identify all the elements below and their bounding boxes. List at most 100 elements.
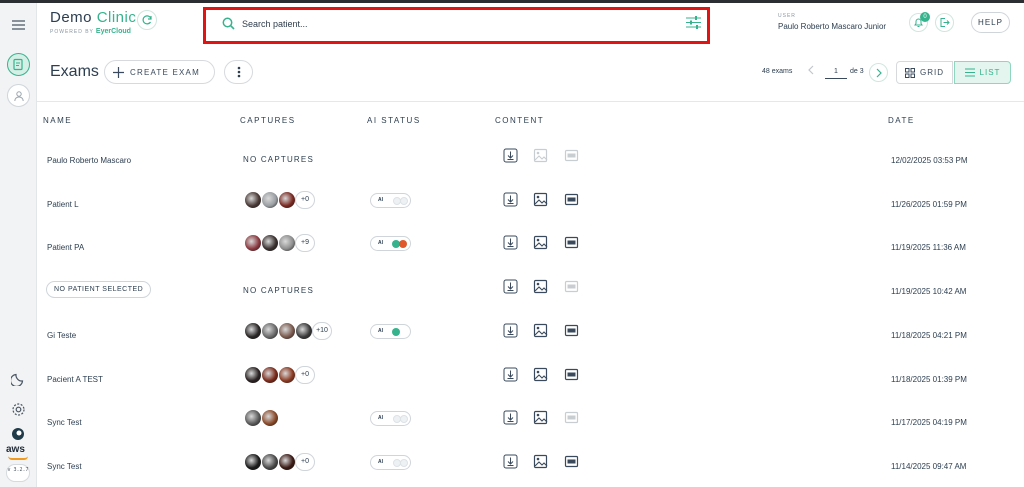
table-row[interactable]: Pacient A TEST +0 11/18/2025 01:39 PM — [37, 365, 1024, 419]
more-options-button[interactable] — [224, 60, 253, 84]
capture-thumbnail[interactable] — [261, 409, 279, 428]
ai-status-toggle[interactable]: AI — [370, 454, 411, 470]
image-icon[interactable] — [533, 454, 548, 469]
capture-thumbnail[interactable] — [244, 365, 262, 384]
clinic-name: Demo Clinic — [50, 9, 137, 26]
page-number-input[interactable] — [825, 65, 847, 79]
logout-button[interactable] — [935, 13, 954, 32]
capture-thumbnail[interactable] — [261, 234, 279, 253]
download-icon[interactable] — [503, 192, 518, 207]
list-view-button[interactable]: LIST — [954, 61, 1011, 84]
capture-thumbnail[interactable] — [261, 190, 279, 209]
report-icon[interactable] — [564, 235, 579, 250]
refresh-button[interactable] — [137, 10, 157, 30]
table-row[interactable]: Gi Teste +10 AI 11/18/2025 04:21 PM — [37, 321, 1024, 375]
ai-status-toggle[interactable]: AI — [370, 411, 411, 427]
image-icon[interactable] — [533, 192, 548, 207]
capture-thumbnail[interactable] — [295, 321, 313, 340]
ai-label: AI — [378, 458, 383, 465]
image-icon[interactable] — [533, 279, 548, 294]
previous-page-button[interactable] — [808, 65, 814, 78]
create-exam-button[interactable]: CREATE EXAM — [104, 60, 215, 84]
ai-label: AI — [378, 240, 383, 247]
column-header-captures[interactable]: CAPTURES — [240, 116, 296, 125]
grid-view-button[interactable]: GRID — [896, 61, 953, 84]
capture-thumbnail[interactable] — [244, 234, 262, 253]
download-icon[interactable] — [503, 410, 518, 425]
capture-thumbnail[interactable] — [244, 190, 262, 209]
capture-thumbnail[interactable] — [261, 365, 279, 384]
dark-mode-toggle[interactable] — [7, 367, 30, 390]
capture-thumbnail[interactable] — [244, 409, 262, 428]
app-version: v 3.2.7 — [6, 464, 30, 482]
more-captures-count[interactable]: +0 — [295, 452, 315, 471]
table-row[interactable]: Patient PA +9 AI 11/19/2025 11:36 AM — [37, 234, 1024, 287]
page-title: Exams — [50, 63, 99, 80]
menu-icon[interactable] — [7, 13, 30, 36]
plus-icon — [113, 66, 124, 78]
create-exam-label: CREATE EXAM — [130, 67, 200, 77]
capture-thumbnail[interactable] — [278, 190, 296, 209]
capture-thumbnail[interactable] — [278, 234, 296, 253]
column-header-date[interactable]: DATE — [888, 116, 915, 125]
capture-thumbnail[interactable] — [261, 321, 279, 340]
aws-logo-smile — [8, 456, 28, 460]
download-icon[interactable] — [503, 279, 518, 294]
chevron-left-icon — [808, 65, 814, 75]
capture-thumbnail[interactable] — [278, 365, 296, 384]
sidebar-item-exams[interactable] — [7, 53, 30, 76]
download-icon[interactable] — [503, 454, 518, 469]
grid-icon — [905, 67, 915, 78]
ai-status-dot — [400, 458, 408, 467]
capture-thumbnail[interactable] — [278, 321, 296, 340]
table-row[interactable]: NO PATIENT SELECTED NO CAPTURES 11/19/2025… — [37, 279, 1024, 331]
report-icon[interactable] — [564, 367, 579, 382]
column-header-content[interactable]: CONTENT — [495, 116, 544, 125]
eyer-logo-icon — [12, 428, 24, 440]
help-button[interactable]: HELP — [971, 12, 1010, 33]
image-icon[interactable] — [533, 410, 548, 425]
ai-label: AI — [378, 415, 383, 422]
image-icon[interactable] — [533, 323, 548, 338]
download-icon[interactable] — [503, 148, 518, 163]
search-input[interactable] — [242, 15, 642, 33]
next-page-button[interactable] — [869, 63, 888, 82]
sidebar: aws v 3.2.7 — [0, 3, 37, 487]
filter-sliders-icon[interactable] — [686, 16, 701, 29]
report-icon[interactable] — [564, 192, 579, 207]
settings-button[interactable] — [7, 398, 30, 421]
report-icon[interactable] — [564, 454, 579, 469]
ai-status-toggle[interactable]: AI — [370, 323, 411, 339]
table-row[interactable]: Patient L +0 AI 11/26/2025 01:59 PM — [37, 190, 1024, 244]
table-row[interactable]: Paulo Roberto Mascaro NO CAPTURES 12/02/20… — [37, 148, 1024, 200]
patient-name: Patient PA — [47, 243, 85, 253]
image-icon[interactable] — [533, 235, 548, 250]
report-icon — [564, 410, 579, 425]
image-icon[interactable] — [533, 367, 548, 382]
more-captures-count[interactable]: +10 — [312, 321, 332, 340]
capture-thumbnail[interactable] — [244, 452, 262, 471]
sidebar-item-patients[interactable] — [7, 84, 30, 107]
search-icon — [222, 17, 235, 30]
capture-thumbnail[interactable] — [278, 452, 296, 471]
download-icon[interactable] — [503, 235, 518, 250]
more-captures-count[interactable]: +0 — [295, 190, 315, 209]
capture-thumbnail[interactable] — [244, 321, 262, 340]
ai-status-toggle[interactable]: AI — [370, 192, 411, 208]
exam-date: 11/26/2025 01:59 PM — [891, 199, 967, 209]
more-captures-count[interactable]: +0 — [295, 365, 315, 384]
patient-name: Paulo Roberto Mascaro — [47, 156, 132, 165]
column-header-ai-status[interactable]: AI STATUS — [367, 116, 421, 125]
download-icon[interactable] — [503, 323, 518, 338]
ai-status-dot — [399, 240, 407, 249]
table-row[interactable]: Sync Test AI 11/17/2025 04:19 PM — [37, 409, 1024, 462]
refresh-icon — [142, 15, 152, 25]
download-icon[interactable] — [503, 367, 518, 382]
exam-date: 11/19/2025 11:36 AM — [891, 243, 966, 253]
report-icon[interactable] — [564, 323, 579, 338]
ai-status-toggle[interactable]: AI — [370, 236, 411, 252]
capture-thumbnail[interactable] — [261, 452, 279, 471]
table-row[interactable]: Sync Test +0 AI 11/14/2025 09:47 AM — [37, 452, 1024, 487]
column-header-name[interactable]: NAME — [43, 116, 72, 125]
more-captures-count[interactable]: +9 — [295, 234, 315, 253]
